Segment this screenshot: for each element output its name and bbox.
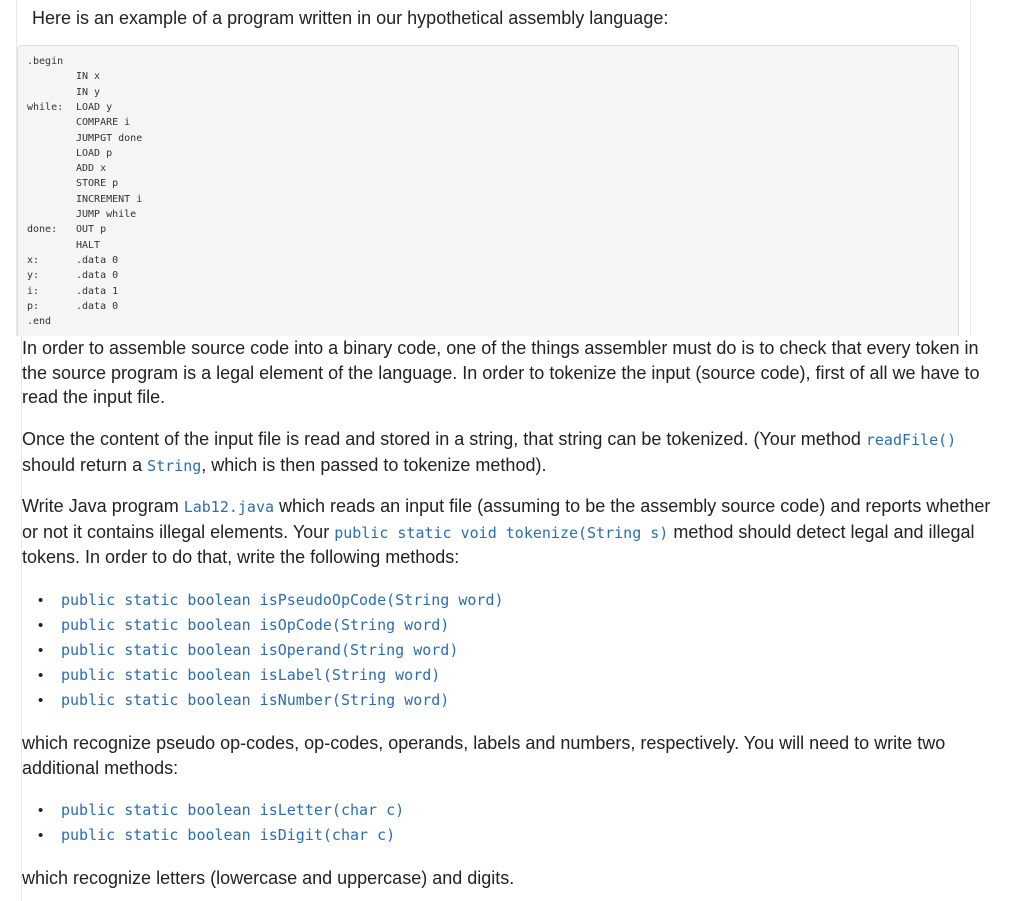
code-line: i: .data 1 xyxy=(27,284,118,299)
code-line-instruction: STORE p xyxy=(76,178,119,190)
code-line-instruction: .data 1 xyxy=(76,285,119,297)
code-line: y: .data 0 xyxy=(27,268,118,283)
code-line-instruction: .data 0 xyxy=(76,270,119,282)
paragraph-lab12-text-1: Write Java program xyxy=(22,496,184,516)
code-line-label: x: xyxy=(27,254,40,266)
paragraph-tokenize-intro: In order to assemble source code into a … xyxy=(22,338,980,408)
code-line: STORE p xyxy=(27,176,118,191)
code-line-instruction: JUMPGT done xyxy=(76,132,143,144)
method-signature: public static boolean isNumber(String wo… xyxy=(61,691,450,709)
example-panel: Here is an example of a program written … xyxy=(16,0,971,336)
code-line: JUMPGT done xyxy=(27,131,142,146)
bullet-icon: • xyxy=(38,692,44,709)
code-line: while: LOAD y xyxy=(27,100,112,115)
code-line-instruction: .data 0 xyxy=(76,254,119,266)
code-line: .end xyxy=(27,314,76,329)
bullet-icon: • xyxy=(38,827,44,844)
intro-text: Here is an example of a program written … xyxy=(32,8,669,28)
code-line-instruction: LOAD p xyxy=(76,147,113,159)
method-list-item: • public static boolean isLabel(String wo… xyxy=(38,663,504,688)
code-line-label: .begin xyxy=(27,56,64,67)
code-line: IN y xyxy=(27,85,100,100)
lab12-filename-code: Lab12.java xyxy=(183,498,275,516)
bullet-icon: • xyxy=(38,667,44,684)
method-list-item: • public static boolean isOperand(String … xyxy=(38,638,504,663)
method-signature: public static boolean isLetter(char c) xyxy=(61,801,405,819)
code-line-instruction: OUT p xyxy=(76,224,107,236)
method-signature: public static boolean isOperand(String w… xyxy=(61,641,459,659)
lab-instructions: In order to assemble source code into a … xyxy=(21,336,1016,901)
code-line-instruction: JUMP while xyxy=(76,209,137,220)
code-line: JUMP while xyxy=(27,207,136,222)
code-line-label: i: xyxy=(27,285,40,297)
method-list-item: • public static boolean isDigit(char c) xyxy=(38,823,404,848)
code-line-instruction: IN y xyxy=(76,86,101,98)
code-line-label: y: xyxy=(27,270,40,282)
code-line-instruction: INCREMENT i xyxy=(76,193,143,205)
paragraph-readfile-text-2: should return a xyxy=(22,454,148,475)
assembly-code-block: .begin IN x IN y while: LOAD y COMPARE i JUMPG… xyxy=(17,45,959,336)
paragraph-readfile-text-3: , which is then passed to tokenize metho… xyxy=(201,454,547,475)
code-line: p: .data 0 xyxy=(27,299,118,314)
code-line-label: p: xyxy=(27,300,40,312)
code-line-label: .end xyxy=(27,316,52,328)
code-line-instruction: ADD x xyxy=(76,163,107,175)
paragraph-lab12: Write Java program Lab12.java which read… xyxy=(22,494,997,570)
code-line: .begin xyxy=(27,54,76,69)
code-line-instruction: LOAD y xyxy=(76,101,113,113)
method-signature: public static boolean isLabel(String wor… xyxy=(61,666,441,684)
code-line: x: .data 0 xyxy=(27,253,118,268)
bullet-icon: • xyxy=(38,617,44,634)
code-line-instruction: IN x xyxy=(76,71,101,83)
bullet-icon: • xyxy=(38,592,44,609)
code-line-instruction: .data 0 xyxy=(76,300,119,312)
paragraph-readfile-text-1: Once the content of the input file is re… xyxy=(22,429,866,449)
code-line: done: OUT p xyxy=(27,222,106,237)
paragraph-recognize: which recognize pseudo op-codes, op-code… xyxy=(22,733,946,778)
code-line: IN x xyxy=(27,69,100,84)
required-methods-list: • public static boolean isPseudoOpCode(St… xyxy=(38,588,504,713)
method-signature: public static boolean isDigit(char c) xyxy=(61,826,396,844)
code-line-instruction: COMPARE i xyxy=(76,117,131,129)
code-line-instruction: HALT xyxy=(76,239,101,251)
bullet-icon: • xyxy=(38,642,44,659)
code-line-label: done: xyxy=(27,224,58,236)
additional-methods-list: • public static boolean isLetter(char c) •… xyxy=(38,798,404,848)
code-line: HALT xyxy=(27,238,100,253)
paragraph-readfile: Once the content of the input file is re… xyxy=(22,427,997,478)
code-line: LOAD p xyxy=(27,146,112,161)
method-list-item: • public static boolean isNumber(String w… xyxy=(38,688,504,713)
method-signature: public static boolean isOpCode(String wo… xyxy=(61,616,450,634)
string-code: String xyxy=(147,456,202,475)
method-signature: public static boolean isPseudoOpCode(Str… xyxy=(61,591,504,609)
tokenize-method-code: public static void tokenize(String s) xyxy=(334,523,669,542)
code-line: INCREMENT i xyxy=(27,192,142,207)
method-list-item: • public static boolean isOpCode(String w… xyxy=(38,613,504,638)
code-line: COMPARE i xyxy=(27,115,130,130)
code-line-label: while: xyxy=(27,101,64,113)
method-list-item: • public static boolean isPseudoOpCode(St… xyxy=(38,588,504,613)
method-list-item: • public static boolean isLetter(char c) xyxy=(38,798,404,823)
paragraph-letters-digits: which recognize letters (lowercase and u… xyxy=(22,868,515,888)
bullet-icon: • xyxy=(38,802,44,819)
code-line: ADD x xyxy=(27,161,106,176)
readfile-code: readFile() xyxy=(865,431,957,449)
